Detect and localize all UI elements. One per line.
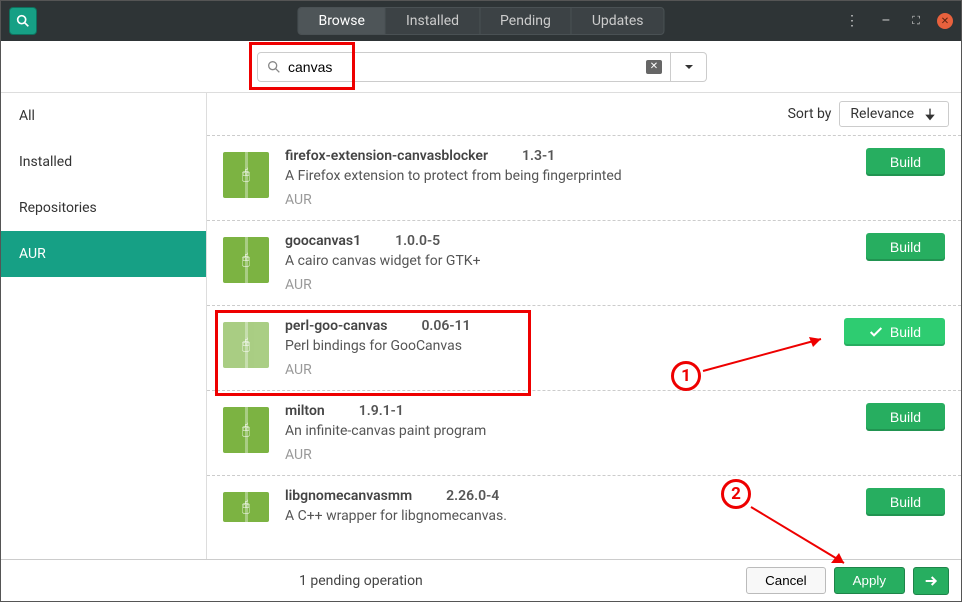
search-icon [15, 13, 31, 29]
search-input[interactable] [282, 59, 646, 75]
package-source: AUR [285, 362, 844, 378]
package-version: 2.26.0-4 [446, 488, 499, 504]
tab-installed[interactable]: Installed [386, 8, 480, 34]
package-row[interactable]: 🖰 goocanvas1 1.0.0-5 A cairo canvas widg… [207, 220, 961, 305]
search-icon [266, 59, 282, 75]
package-icon: 🖰 [223, 237, 269, 283]
package-icon: 🖰 [223, 407, 269, 453]
package-source: AUR [285, 277, 866, 293]
package-icon: 🖰 [223, 152, 269, 198]
results-panel: Sort by Relevance 🖰 firefox-extension-ca… [207, 93, 961, 559]
package-source: AUR [285, 192, 866, 208]
titlebar: Browse Installed Pending Updates ⋮ – ⛶ ✕ [1, 1, 961, 41]
package-source: AUR [285, 447, 866, 463]
package-row[interactable]: 🖰 milton 1.9.1-1 An infinite-canvas pain… [207, 390, 961, 475]
package-description: A C++ wrapper for libgnomecanvas. [285, 508, 866, 524]
cancel-button[interactable]: Cancel [746, 567, 826, 594]
details-button[interactable] [913, 567, 949, 595]
sort-value: Relevance [850, 106, 914, 122]
package-name: firefox-extension-canvasblocker [285, 148, 488, 164]
tab-browse[interactable]: Browse [298, 8, 385, 34]
chevron-down-icon [681, 59, 697, 75]
footer: 1 pending operation Cancel Apply [1, 559, 961, 601]
build-button[interactable]: Build [866, 148, 945, 176]
sidebar-item-repositories[interactable]: Repositories [1, 185, 206, 231]
package-version: 1.0.0-5 [395, 233, 440, 249]
window-controls: ⋮ – ⛶ ✕ [839, 12, 953, 30]
apply-button[interactable]: Apply [834, 567, 905, 594]
search-field[interactable]: ✕ [257, 52, 671, 82]
build-button[interactable]: Build [844, 318, 945, 346]
package-name: perl-goo-canvas [285, 318, 387, 334]
arrow-right-icon [923, 573, 939, 589]
close-icon[interactable]: ✕ [937, 13, 953, 29]
package-row[interactable]: 🖰 libgnomecanvasmm 2.26.0-4 A C++ wrappe… [207, 475, 961, 528]
sidebar-item-installed[interactable]: Installed [1, 139, 206, 185]
build-button[interactable]: Build [866, 233, 945, 261]
package-description: An infinite-canvas paint program [285, 423, 866, 439]
package-row[interactable]: 🖰 firefox-extension-canvasblocker 1.3-1 … [207, 135, 961, 220]
build-button[interactable]: Build [866, 488, 945, 516]
pending-status: 1 pending operation [299, 573, 423, 589]
package-name: libgnomecanvasmm [285, 488, 412, 504]
tab-updates[interactable]: Updates [572, 8, 664, 34]
package-version: 0.06-11 [421, 318, 470, 334]
package-icon: 🖰 [223, 492, 269, 522]
sidebar: All Installed Repositories AUR [1, 93, 207, 559]
package-description: Perl bindings for GooCanvas [285, 338, 844, 354]
sidebar-item-aur[interactable]: AUR [1, 231, 206, 277]
sort-arrow-icon [922, 106, 938, 122]
search-toggle-button[interactable] [9, 7, 37, 35]
package-icon: 🖰 [223, 322, 269, 368]
menu-icon[interactable]: ⋮ [839, 13, 865, 29]
sort-select[interactable]: Relevance [839, 101, 949, 127]
package-name: goocanvas1 [285, 233, 361, 249]
sort-row: Sort by Relevance [207, 93, 961, 135]
sidebar-item-all[interactable]: All [1, 93, 206, 139]
search-row: ✕ [1, 41, 961, 93]
maximize-icon[interactable]: ⛶ [907, 12, 925, 30]
package-version: 1.9.1-1 [359, 403, 404, 419]
package-description: A Firefox extension to protect from bein… [285, 168, 866, 184]
build-button[interactable]: Build [866, 403, 945, 431]
minimize-icon[interactable]: – [877, 12, 895, 30]
sort-label: Sort by [788, 106, 832, 122]
package-version: 1.3-1 [522, 148, 555, 164]
check-icon [868, 324, 884, 340]
tab-pending[interactable]: Pending [480, 8, 572, 34]
package-description: A cairo canvas widget for GTK+ [285, 253, 866, 269]
search-dropdown-button[interactable] [671, 52, 707, 82]
package-row[interactable]: 🖰 perl-goo-canvas 0.06-11 Perl bindings … [207, 305, 961, 390]
package-name: milton [285, 403, 325, 419]
view-tabs: Browse Installed Pending Updates [297, 7, 664, 35]
clear-icon[interactable]: ✕ [646, 60, 662, 74]
